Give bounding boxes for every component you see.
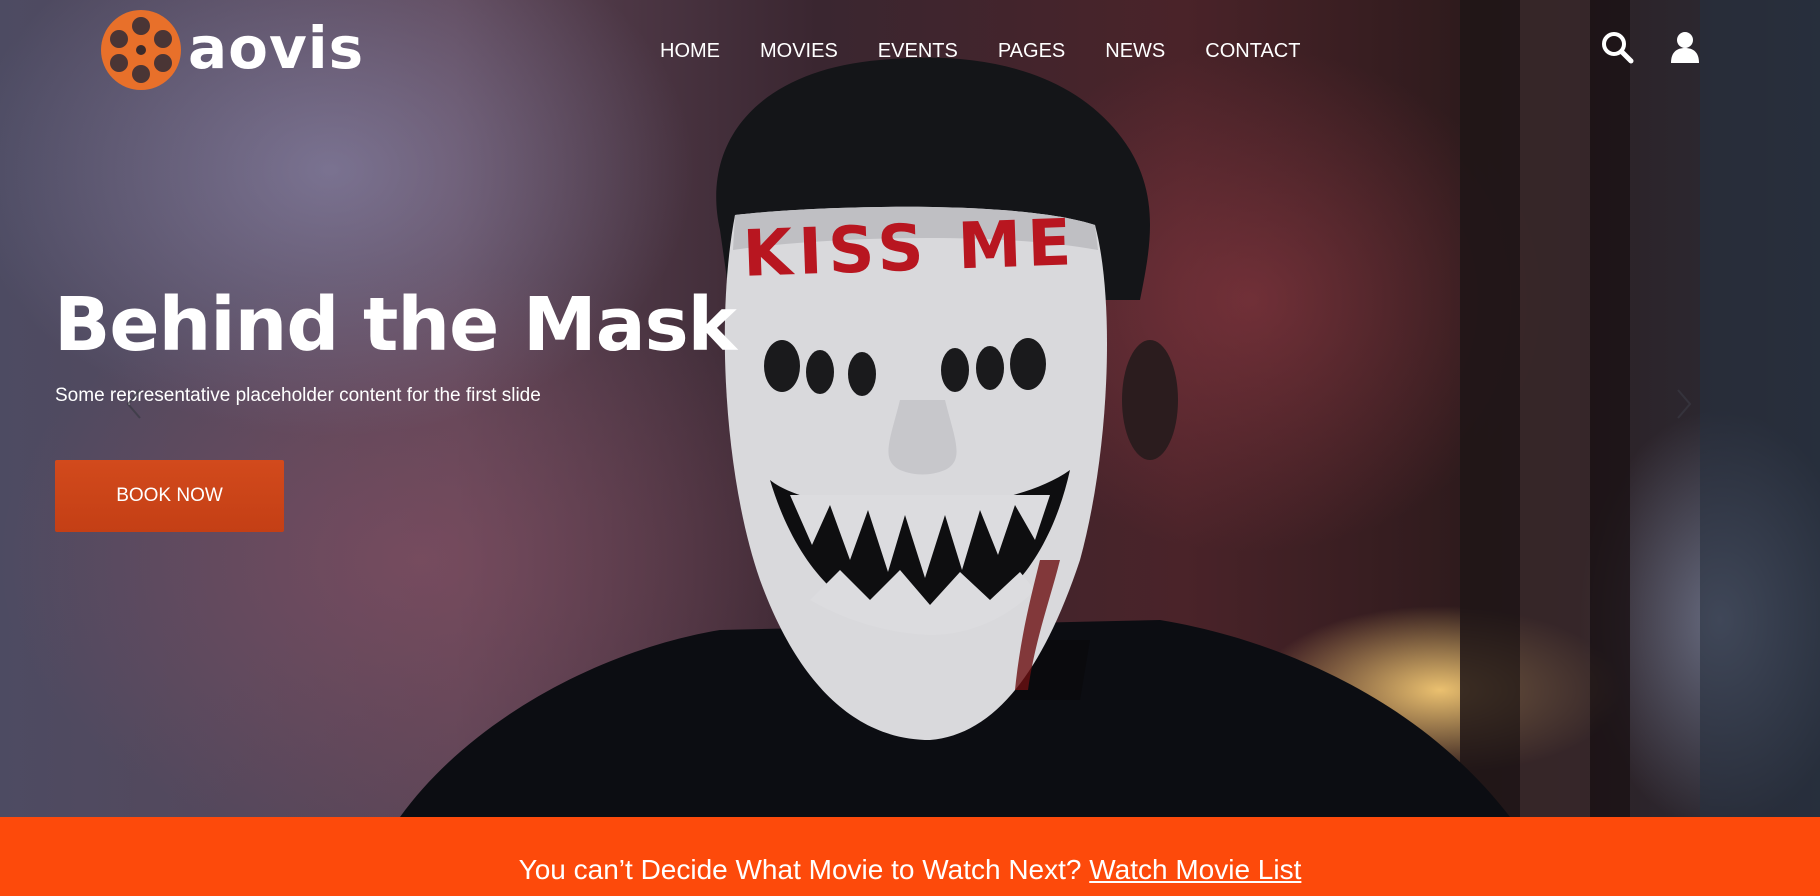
chevron-left-icon[interactable] (122, 386, 146, 422)
slide-title: Behind the Mask (54, 282, 737, 368)
hero-slide: KISS ME (0, 0, 1820, 817)
nav-item-movies[interactable]: MOVIES (760, 38, 838, 64)
page: KISS ME aovis HOME MOVIES EVENTS PAGES N… (0, 0, 1820, 896)
watch-list-banner: You can’t Decide What Movie to Watch Nex… (0, 817, 1820, 896)
banner-text: You can’t Decide What Movie to Watch Nex… (518, 854, 1082, 885)
book-now-button[interactable]: BOOK NOW (55, 460, 284, 532)
user-icon[interactable] (1668, 30, 1702, 64)
nav-item-contact[interactable]: CONTACT (1205, 38, 1300, 64)
nav-item-news[interactable]: NEWS (1105, 38, 1165, 64)
site-header: aovis HOME MOVIES EVENTS PAGES NEWS CONT… (0, 0, 1820, 100)
main-nav: HOME MOVIES EVENTS PAGES NEWS CONTACT (660, 38, 1300, 64)
nav-item-pages[interactable]: PAGES (998, 38, 1065, 64)
film-reel-icon (101, 10, 181, 90)
nav-item-events[interactable]: EVENTS (878, 38, 958, 64)
banner-content: You can’t Decide What Movie to Watch Nex… (0, 817, 1820, 887)
search-icon[interactable] (1600, 30, 1634, 64)
mask-lettering: KISS ME (741, 206, 1079, 292)
header-actions (1600, 30, 1702, 64)
nav-item-home[interactable]: HOME (660, 38, 720, 64)
chevron-right-icon[interactable] (1672, 386, 1696, 422)
hero-background-image (400, 0, 1820, 817)
brand-logo[interactable]: aovis (100, 9, 364, 91)
brand-name: aovis (188, 14, 365, 82)
watch-movie-list-link[interactable]: Watch Movie List (1089, 854, 1301, 885)
